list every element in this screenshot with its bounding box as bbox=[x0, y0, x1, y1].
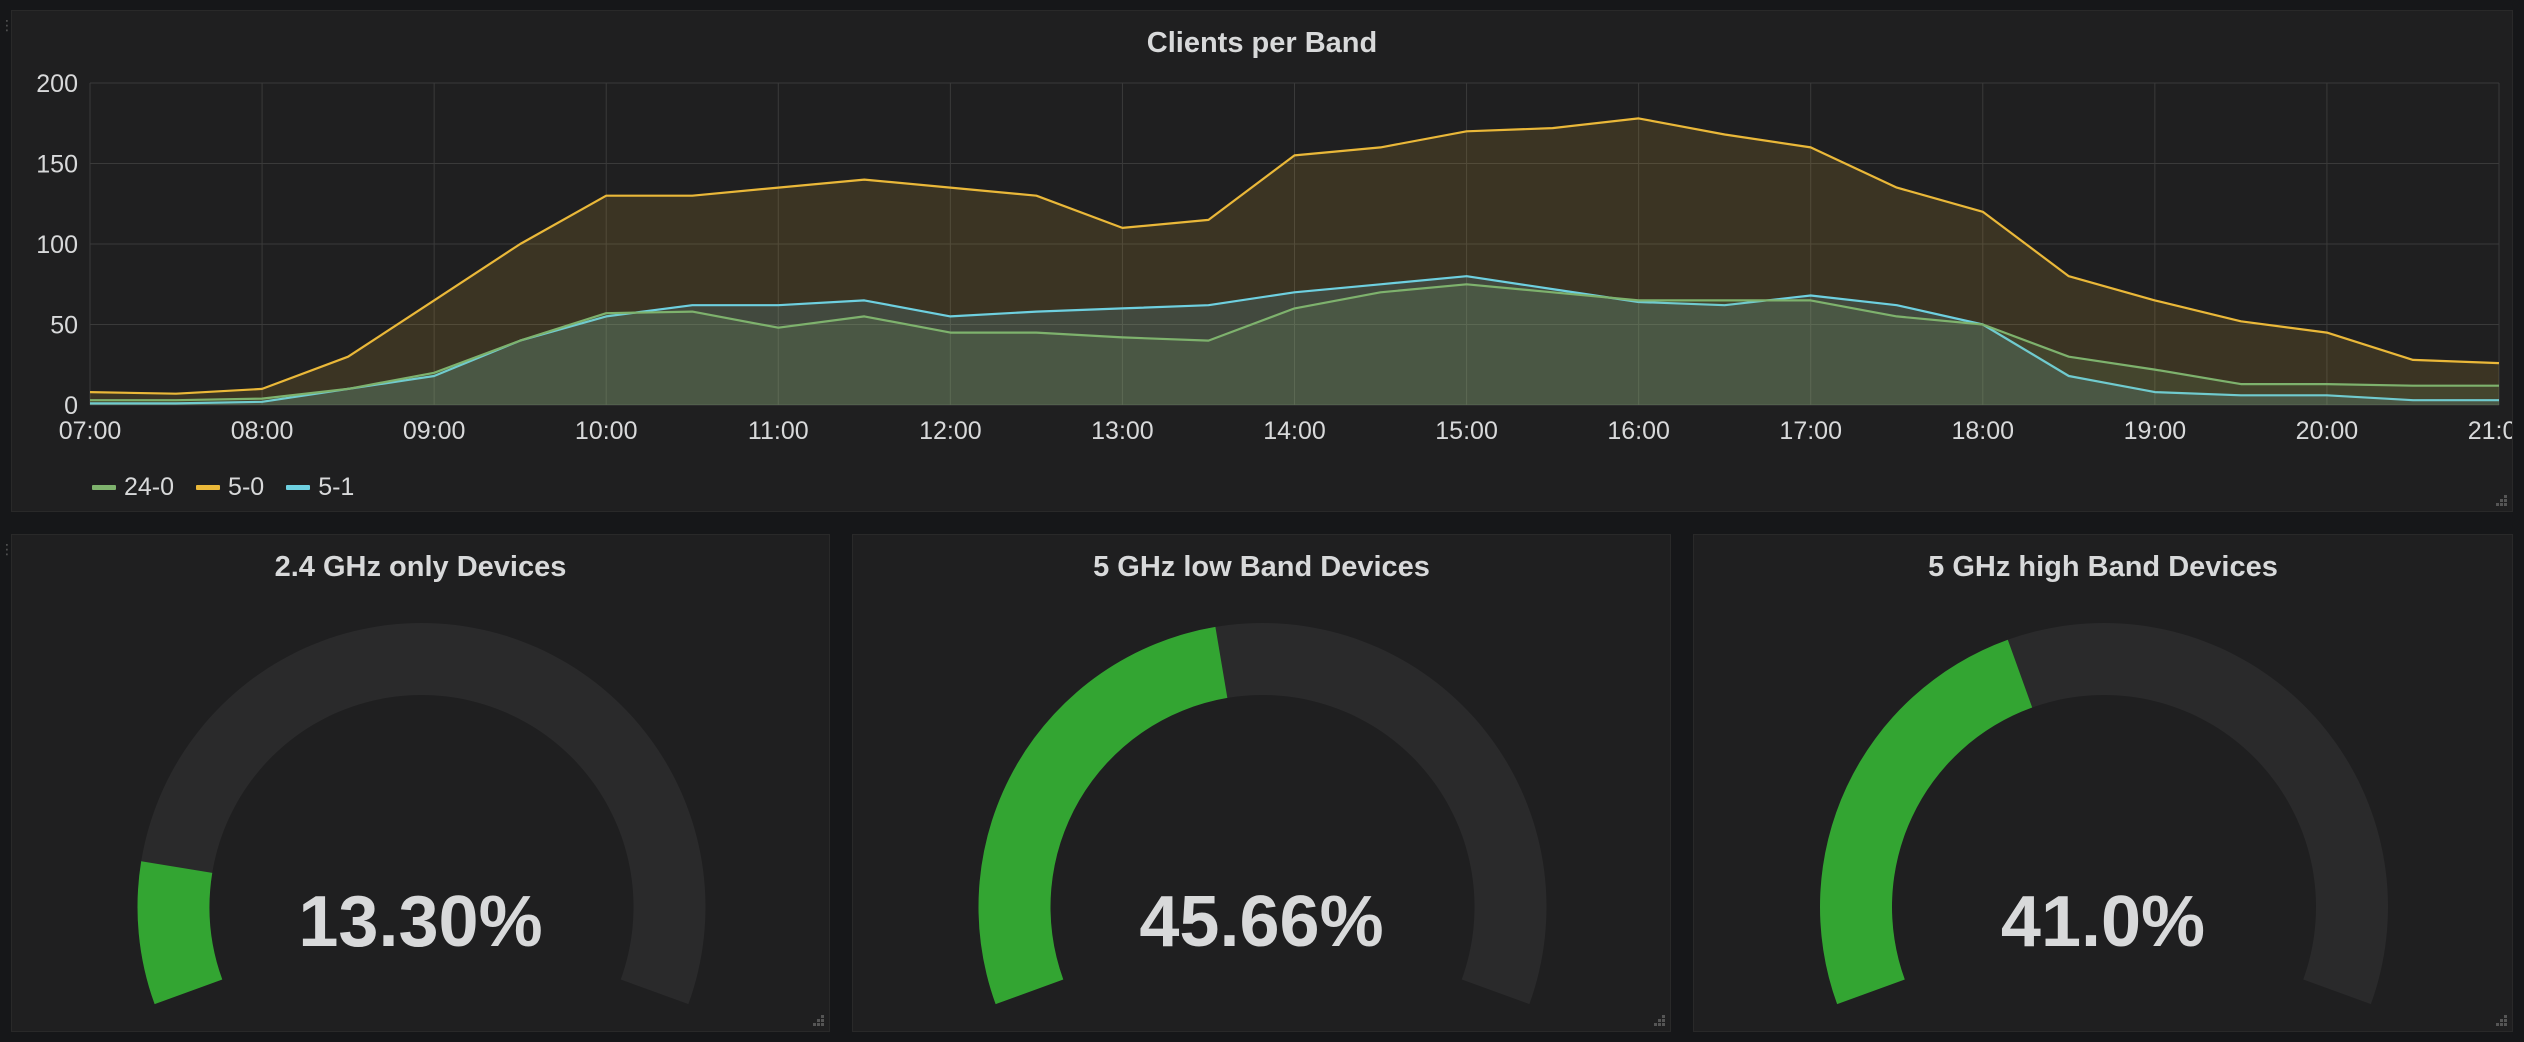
x-tick-label: 19:00 bbox=[2124, 417, 2187, 445]
legend-swatch bbox=[286, 485, 311, 490]
gauge-value: 13.30% bbox=[298, 882, 543, 962]
x-tick-label: 17:00 bbox=[1779, 417, 1842, 445]
legend-item-24-0[interactable]: 24-0 bbox=[92, 473, 174, 502]
x-tick-label: 08:00 bbox=[231, 417, 294, 445]
x-tick-label: 09:00 bbox=[403, 417, 466, 445]
resize-handle-icon[interactable] bbox=[1650, 1011, 1666, 1027]
gauge-value: 45.66% bbox=[1139, 882, 1384, 962]
x-tick-label: 10:00 bbox=[575, 417, 638, 445]
y-tick-label: 100 bbox=[36, 231, 78, 259]
x-tick-label: 20:00 bbox=[2296, 417, 2359, 445]
y-tick-label: 150 bbox=[36, 151, 78, 179]
x-tick-label: 18:00 bbox=[1952, 417, 2015, 445]
y-tick-label: 50 bbox=[50, 312, 78, 340]
legend-label: 24-0 bbox=[124, 473, 175, 501]
resize-handle-icon[interactable] bbox=[2492, 491, 2508, 507]
gauge-panel-5ghz-high: 5 GHz high Band Devices 41.0% bbox=[1693, 534, 2513, 1032]
y-tick-label: 200 bbox=[36, 70, 78, 98]
legend-swatch bbox=[92, 485, 116, 490]
x-tick-label: 15:00 bbox=[1435, 417, 1498, 445]
legend-item-5-1[interactable]: 5-1 bbox=[286, 473, 354, 502]
legend-swatch bbox=[196, 485, 221, 490]
gauge-panel-24ghz: 2.4 GHz only Devices 13.30% bbox=[11, 534, 830, 1032]
x-tick-label: 21:00 bbox=[2468, 417, 2512, 445]
resize-handle-icon[interactable] bbox=[2492, 1011, 2508, 1027]
gauge-panel-5ghz-low: 5 GHz low Band Devices 45.66% bbox=[852, 534, 1671, 1032]
x-tick-label: 13:00 bbox=[1091, 417, 1154, 445]
x-tick-label: 07:00 bbox=[59, 417, 122, 445]
y-tick-label: 0 bbox=[64, 392, 78, 420]
x-tick-label: 14:00 bbox=[1263, 417, 1326, 445]
graph-panel: Clients per Band 07:00 08:00 09:00 10:00 11:… bbox=[11, 10, 2513, 512]
clients-per-band-chart: 07:00 08:00 09:00 10:00 11:00 12:00 13:00 14:00… bbox=[36, 70, 2512, 445]
gauge-value: 41.0% bbox=[2000, 882, 2206, 962]
legend-item-5-0[interactable]: 5-0 bbox=[196, 473, 264, 502]
row-drag-handle-icon[interactable]: ⋮ bbox=[0, 542, 14, 556]
row-drag-handle-icon[interactable]: ⋮ bbox=[0, 18, 14, 32]
legend-label: 5-1 bbox=[318, 473, 355, 501]
resize-handle-icon[interactable] bbox=[809, 1011, 825, 1027]
x-tick-label: 16:00 bbox=[1607, 417, 1670, 445]
x-tick-label: 11:00 bbox=[748, 417, 809, 445]
legend-label: 5-0 bbox=[228, 473, 265, 501]
chart-legend: 24-0 5-0 5-1 bbox=[92, 473, 354, 502]
x-tick-label: 12:00 bbox=[919, 417, 982, 445]
